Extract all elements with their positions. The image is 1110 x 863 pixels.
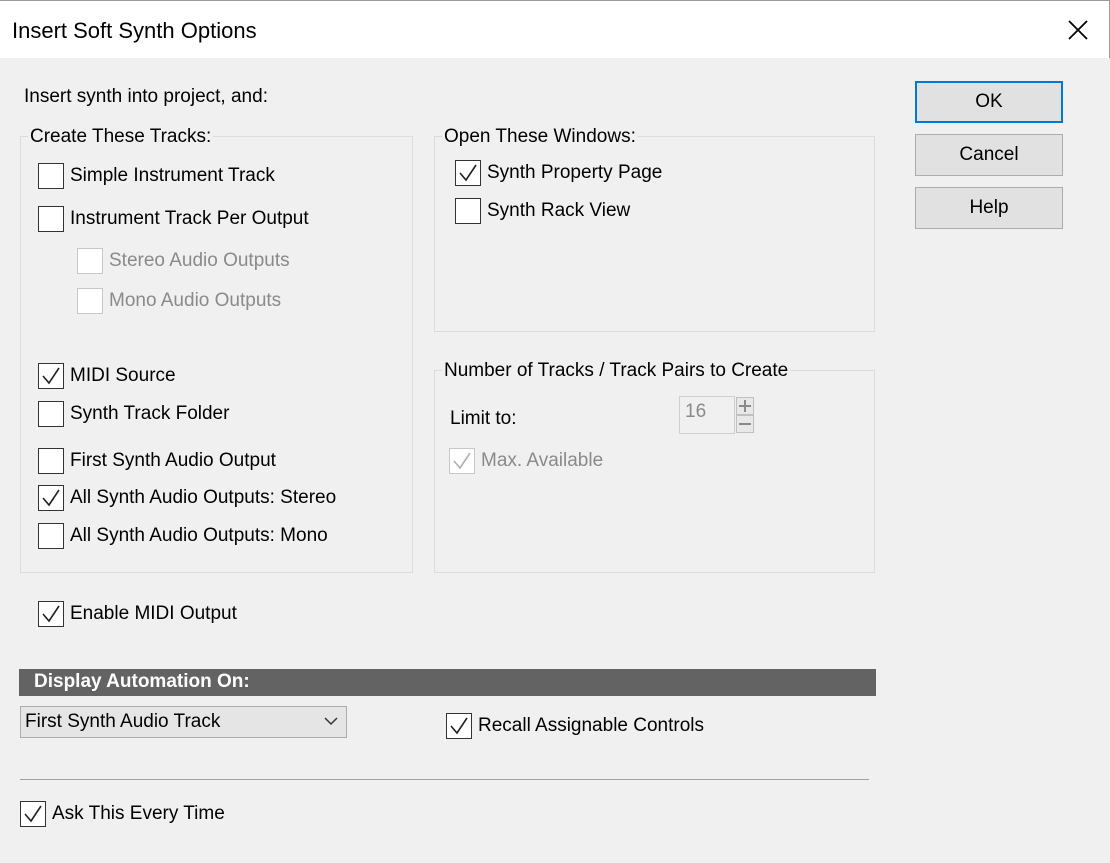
checkbox-box[interactable] <box>38 448 64 474</box>
enable-midi-output-checkbox[interactable]: Enable MIDI Output <box>38 600 237 628</box>
limit-to-input[interactable]: 16 <box>679 396 735 434</box>
checkbox-label: Synth Property Page <box>487 162 663 183</box>
checkbox-box[interactable] <box>77 288 103 314</box>
dropdown-value: First Synth Audio Track <box>25 711 221 732</box>
checkbox-box[interactable] <box>446 713 472 739</box>
checkmark-icon <box>42 367 60 385</box>
checkbox-label: MIDI Source <box>70 365 176 386</box>
checkbox-label: Mono Audio Outputs <box>109 290 282 311</box>
window-title: Insert Soft Synth Options <box>12 18 257 43</box>
open-windows-title: Open These Windows: <box>442 126 638 148</box>
max-available-checkbox[interactable]: Max. Available <box>449 447 603 475</box>
all-outputs-mono-checkbox[interactable]: All Synth Audio Outputs: Mono <box>38 522 328 550</box>
checkbox-label: Recall Assignable Controls <box>478 715 705 736</box>
checkbox-label: Ask This Every Time <box>52 803 225 824</box>
checkbox-label: Instrument Track Per Output <box>70 208 309 229</box>
checkbox-label: Simple Instrument Track <box>70 165 275 186</box>
checkmark-icon <box>450 717 468 735</box>
checkbox-label: All Synth Audio Outputs: Mono <box>70 525 328 546</box>
checkbox-label: Synth Track Folder <box>70 403 230 424</box>
checkbox-box[interactable] <box>38 363 64 389</box>
recall-assignable-controls-checkbox[interactable]: Recall Assignable Controls <box>446 712 704 740</box>
create-tracks-title: Create These Tracks: <box>28 126 214 148</box>
cancel-button[interactable]: Cancel <box>915 134 1063 176</box>
chevron-down-icon <box>324 717 338 726</box>
checkmark-icon <box>453 452 471 470</box>
checkbox-box[interactable] <box>20 801 46 827</box>
stereo-audio-outputs-checkbox[interactable]: Stereo Audio Outputs <box>77 247 290 275</box>
divider <box>20 779 869 780</box>
checkbox-box[interactable] <box>455 198 481 224</box>
checkmark-icon <box>42 605 60 623</box>
automation-section-header: Display Automation On: <box>19 669 876 696</box>
ok-button[interactable]: OK <box>915 81 1063 123</box>
checkbox-box[interactable] <box>38 523 64 549</box>
limit-to-label: Limit to: <box>450 408 517 429</box>
checkmark-icon <box>459 164 477 182</box>
checkbox-box[interactable] <box>449 448 475 474</box>
checkbox-label: All Synth Audio Outputs: Stereo <box>70 487 337 508</box>
checkmark-icon <box>24 805 42 823</box>
checkbox-label: Enable MIDI Output <box>70 603 237 624</box>
checkbox-label: Max. Available <box>481 450 604 471</box>
minus-icon <box>739 423 751 425</box>
midi-source-checkbox[interactable]: MIDI Source <box>38 362 176 390</box>
checkbox-box[interactable] <box>38 163 64 189</box>
synth-property-page-checkbox[interactable]: Synth Property Page <box>455 159 662 187</box>
limit-to-spinner[interactable] <box>736 397 754 433</box>
intro-text: Insert synth into project, and: <box>24 86 268 107</box>
synth-track-folder-checkbox[interactable]: Synth Track Folder <box>38 400 229 428</box>
title-bar: Insert Soft Synth Options <box>0 0 1110 58</box>
instrument-track-per-output-checkbox[interactable]: Instrument Track Per Output <box>38 205 309 233</box>
checkbox-box[interactable] <box>38 485 64 511</box>
checkbox-box[interactable] <box>38 601 64 627</box>
checkbox-box[interactable] <box>77 248 103 274</box>
spin-down-button[interactable] <box>736 415 754 433</box>
automation-target-dropdown[interactable]: First Synth Audio Track <box>20 706 347 738</box>
plus-icon <box>739 400 751 412</box>
help-button[interactable]: Help <box>915 187 1063 229</box>
checkbox-label: Stereo Audio Outputs <box>109 250 290 271</box>
ask-every-time-checkbox[interactable]: Ask This Every Time <box>20 800 225 828</box>
checkbox-label: Synth Rack View <box>487 200 631 221</box>
simple-instrument-track-checkbox[interactable]: Simple Instrument Track <box>38 162 275 190</box>
close-icon <box>1068 20 1088 40</box>
first-synth-audio-output-checkbox[interactable]: First Synth Audio Output <box>38 447 276 475</box>
all-outputs-stereo-checkbox[interactable]: All Synth Audio Outputs: Stereo <box>38 484 336 512</box>
checkbox-label: First Synth Audio Output <box>70 450 276 471</box>
track-count-title: Number of Tracks / Track Pairs to Create <box>442 360 791 382</box>
checkmark-icon <box>42 489 60 507</box>
checkbox-box[interactable] <box>455 160 481 186</box>
checkbox-box[interactable] <box>38 401 64 427</box>
checkbox-box[interactable] <box>38 206 64 232</box>
synth-rack-view-checkbox[interactable]: Synth Rack View <box>455 197 630 225</box>
spin-up-button[interactable] <box>736 397 754 415</box>
close-button[interactable] <box>1063 15 1093 45</box>
mono-audio-outputs-checkbox[interactable]: Mono Audio Outputs <box>77 287 281 315</box>
